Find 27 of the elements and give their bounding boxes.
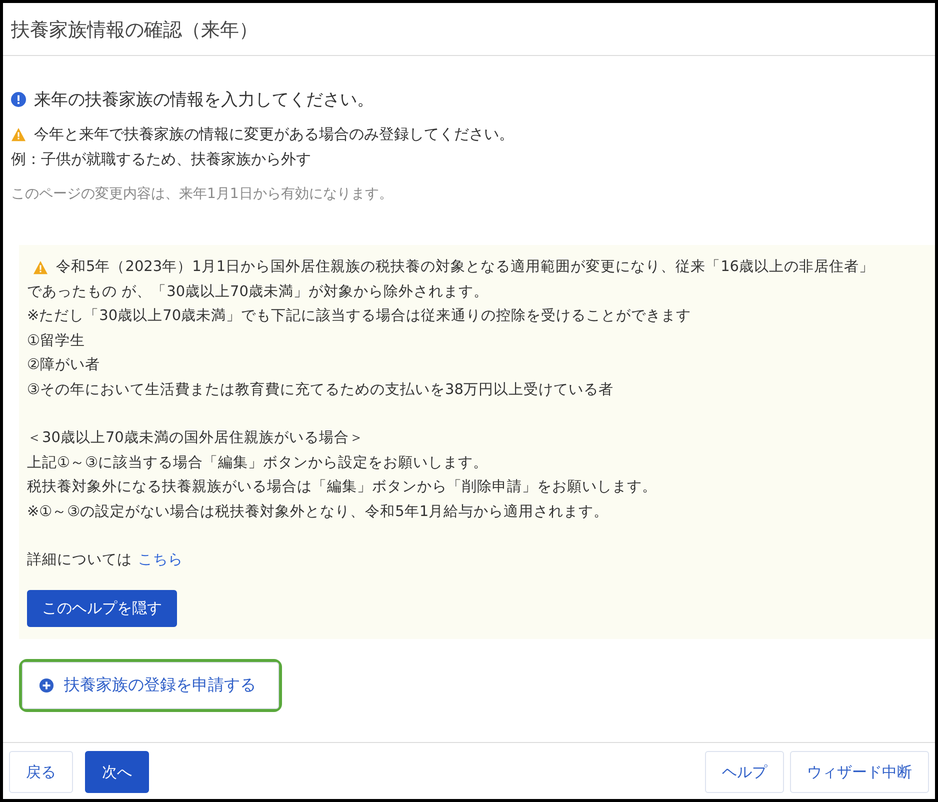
add-family-button[interactable]: 扶養家族の登録を申請する <box>22 662 279 708</box>
help-text: ②障がい者 <box>27 356 100 375</box>
message-text: 今年と来年で扶養家族の情報に変更がある場合のみ登録してください。 <box>34 125 514 144</box>
message-text: このページの変更内容は、来年1月1日から有効になります。 <box>11 185 393 203</box>
help-text: ③その年において生活費または教育費に充てるための支払いを38万円以上受けている者 <box>27 380 614 400</box>
warning-icon <box>11 127 26 142</box>
help-text: であったもの が、「30歳以上70歳未満」が対象から除外されます。 <box>27 282 489 302</box>
help-text: ①留学生 <box>27 332 85 350</box>
window-title: 扶養家族情報の確認（来年） <box>3 3 935 56</box>
footer-button[interactable]: ウィザード中断 <box>790 751 929 793</box>
warning-icon <box>33 260 48 275</box>
help-text: 上記①～③に該当する場合「編集」ボタンから設定をお願いします。 <box>27 454 488 472</box>
message-text: 例：子供が就職するため、扶養家族から外す <box>11 150 311 169</box>
details-text: 詳細については <box>27 551 132 570</box>
footer-button[interactable]: 次へ <box>85 751 149 793</box>
help-text: ※①～③の設定がない場合は税扶養対象外となり、令和5年1月給与から適用されます。 <box>27 502 609 522</box>
help-text: 税扶養対象外になる扶養親族がいる場合は「編集」ボタンから「削除申請」をお願いします。 <box>27 478 657 497</box>
message-text: 来年の扶養家族の情報を入力してください。 <box>34 89 374 111</box>
footer-button[interactable]: 戻る <box>9 751 73 793</box>
footer-button[interactable]: ヘルプ <box>705 751 784 793</box>
plus-icon <box>39 678 54 692</box>
details-link[interactable]: こちら <box>138 548 183 572</box>
info-icon <box>11 92 26 107</box>
hide-help-button[interactable]: このヘルプを隠す <box>27 590 177 626</box>
help-text: ※ただし「30歳以上70歳未満」でも下記に該当する場合は従来通りの控除を受けることができます <box>27 306 692 326</box>
help-text: 令和5年（2023年）1月1日から国外居住親族の税扶養の対象となる適用範囲が変更になり、従来「16歳以上の非居住者」 <box>56 258 874 277</box>
help-text: ＜30歳以上70歳未満の国外居住親族がいる場合＞ <box>27 429 364 448</box>
